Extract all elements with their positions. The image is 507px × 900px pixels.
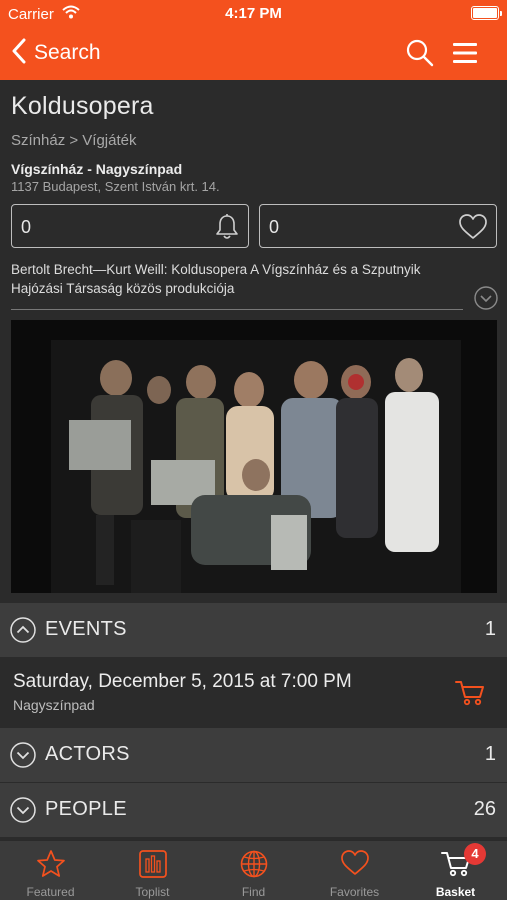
heart-outline-icon (458, 213, 488, 246)
tab-label: Toplist (135, 885, 170, 899)
venue-address: 1137 Budapest, Szent István krt. 14. (11, 179, 220, 194)
globe-icon (203, 849, 304, 879)
event-item[interactable]: Saturday, December 5, 2015 at 7:00 PM Na… (0, 657, 507, 727)
bell-icon (214, 213, 240, 246)
status-bar: Carrier 4:17 PM (0, 0, 507, 28)
favorite-button[interactable]: 0 (259, 204, 497, 248)
search-icon[interactable] (405, 38, 435, 68)
add-to-cart-icon[interactable] (454, 679, 486, 712)
back-button[interactable]: Search (12, 38, 101, 68)
chevron-left-icon (12, 38, 26, 69)
tab-favorites[interactable]: Favorites (304, 841, 405, 900)
page-title: Koldusopera (11, 92, 154, 120)
event-date: Saturday, December 5, 2015 at 7:00 PM (13, 671, 352, 692)
people-section-header[interactable]: PEOPLE 26 (0, 783, 507, 837)
events-label: EVENTS (45, 618, 127, 640)
show-description: Bertolt Brecht—Kurt Weill: Koldusopera A… (11, 262, 421, 296)
tab-basket[interactable]: Basket (405, 841, 506, 900)
people-label: PEOPLE (45, 798, 127, 820)
events-section-header[interactable]: EVENTS 1 (0, 603, 507, 657)
actors-label: ACTORS (45, 743, 130, 765)
heart-icon (304, 849, 405, 879)
tab-label: Basket (435, 885, 476, 899)
tab-find[interactable]: Find (203, 841, 304, 900)
tab-bar: Featured Toplist Find Favorites Basket (0, 840, 507, 900)
events-count: 1 (484, 618, 496, 640)
menu-icon[interactable] (451, 39, 479, 67)
battery-icon (471, 6, 502, 20)
venue-name[interactable]: Vígszínház - Nagyszínpad (11, 161, 182, 177)
nav-bar: Search (0, 28, 507, 80)
event-place: Nagyszínpad (13, 697, 95, 713)
star-icon (0, 849, 101, 879)
back-label: Search (34, 41, 101, 64)
favorite-count: 0 (269, 217, 280, 237)
cart-icon (405, 849, 506, 879)
people-count: 26 (473, 798, 496, 820)
basket-badge: 4 (464, 843, 486, 865)
reminder-count: 0 (21, 217, 32, 237)
tab-toplist[interactable]: Toplist (102, 841, 203, 900)
chevron-down-icon (10, 742, 36, 773)
tab-label: Find (241, 885, 266, 899)
description-divider (11, 309, 463, 310)
show-photo (11, 320, 497, 593)
chevron-up-icon (10, 617, 36, 648)
chevron-down-icon (10, 797, 36, 828)
toplist-icon (102, 849, 203, 879)
tab-featured[interactable]: Featured (0, 841, 101, 900)
header: Carrier 4:17 PM Search (0, 0, 507, 80)
tab-label: Favorites (329, 885, 380, 899)
tab-label: Featured (26, 885, 75, 899)
actors-count: 1 (484, 743, 496, 765)
reminder-button[interactable]: 0 (11, 204, 249, 248)
expand-description-icon[interactable] (474, 286, 498, 315)
status-time: 4:17 PM (225, 5, 282, 22)
actors-section-header[interactable]: ACTORS 1 (0, 728, 507, 782)
breadcrumb[interactable]: Színház > Vígjáték (11, 132, 137, 149)
